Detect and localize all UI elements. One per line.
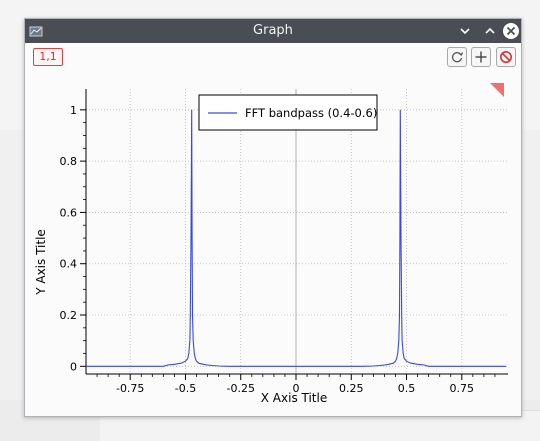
no-entry-icon (500, 51, 512, 63)
close-icon (503, 23, 519, 39)
add-button[interactable] (471, 47, 491, 67)
x-tick-label: -0.5 (175, 382, 196, 395)
plot-area: -0.75 -0.5 -0.25 0 0.25 0.5 0.75 0 0.2 0.4 0.6 0.8 1… (25, 71, 521, 417)
chevron-up-icon (485, 27, 495, 34)
graph-toolbar: 1,1 (25, 43, 521, 71)
y-tick-label: 0.4 (60, 258, 78, 271)
grid (86, 89, 508, 374)
clear-button[interactable] (496, 47, 516, 67)
refresh-icon (451, 52, 464, 63)
y-tick-label: 0.6 (60, 206, 78, 219)
plus-icon (475, 51, 487, 63)
x-tick-label: 0.5 (398, 382, 416, 395)
y-tick-label: 0 (70, 360, 77, 373)
corner-marker (490, 83, 504, 97)
y-tick-label: 0.8 (60, 155, 78, 168)
x-tick-label: 0.25 (339, 382, 364, 395)
graph-window: Graph 1,1 -0.75 -0.5 -0.25 0 0.25 0.5 0.… (24, 18, 522, 417)
y-tick-label: 1 (70, 104, 77, 117)
y-axis-title: Y Axis Title (34, 229, 48, 296)
legend: FFT bandpass (0.4-0.6) (198, 94, 378, 131)
chevron-down-icon (460, 28, 470, 35)
x-tick-label: -0.25 (227, 382, 255, 395)
chart: -0.75 -0.5 -0.25 0 0.25 0.5 0.7500.20.40.60.81… (34, 83, 508, 405)
y-tick-label: 0.2 (60, 309, 78, 322)
x-tick-label: -0.75 (116, 382, 144, 395)
title-bar[interactable]: Graph (25, 19, 521, 43)
cell-label[interactable]: 1,1 (33, 48, 63, 66)
x-axis-title: X Axis Title (261, 391, 327, 405)
legend-entry: FFT bandpass (0.4-0.6) (245, 106, 377, 120)
axes: -0.75 -0.5 -0.25 0 0.25 0.5 0.7500.20.40.60.81 (60, 89, 508, 395)
x-tick-label: 0.75 (450, 382, 475, 395)
maximize-button[interactable] (481, 22, 499, 40)
refresh-button[interactable] (447, 47, 467, 67)
minimize-button[interactable] (456, 22, 474, 40)
window-title: Graph (253, 23, 293, 38)
close-button[interactable] (502, 22, 520, 40)
